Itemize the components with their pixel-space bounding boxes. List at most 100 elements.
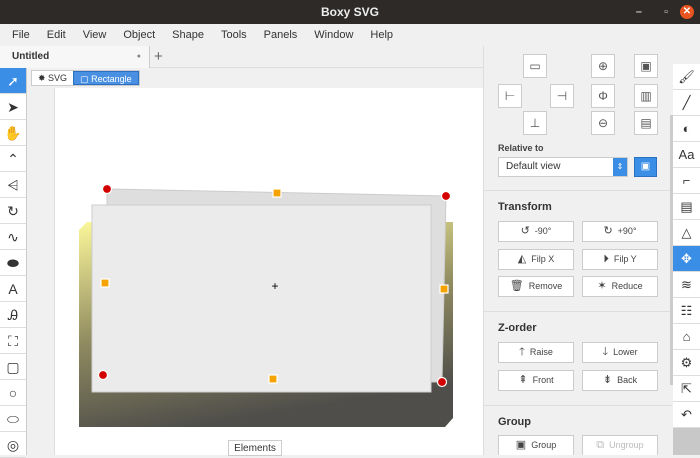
multi-node-tool-icon: ⩤	[7, 177, 19, 193]
ellipse-tool-icon: ⬭	[7, 411, 19, 427]
pan-tool-icon: ✋	[4, 125, 22, 141]
trash-icon: 🗑	[509, 280, 524, 292]
raise-button[interactable]: 🡑 Raise	[498, 342, 574, 363]
ellipse-tool-button[interactable]: ⬭	[0, 406, 26, 432]
tab-untitled[interactable]: Untitled ●	[0, 46, 150, 68]
distribute-vertical-icon[interactable]: ▤	[634, 111, 658, 135]
fill-panel-icon: 🖌	[678, 69, 695, 84]
distribute-top-icon[interactable]: ▣	[634, 54, 658, 78]
new-tab-button[interactable]: +	[154, 48, 163, 65]
elements-button[interactable]: Elements	[228, 440, 282, 456]
close-button[interactable]: ✕	[680, 5, 694, 19]
breadcrumb-rectangle[interactable]: ▢ Rectangle	[73, 71, 139, 85]
align-left-icon[interactable]: ⊢	[498, 84, 522, 108]
menu-view[interactable]: View	[83, 29, 107, 41]
flip-y-button[interactable]: ⏵ Filp Y	[582, 249, 658, 270]
freehand-tool-icon: ∿	[7, 229, 19, 245]
rotate-right-label: +90°	[617, 226, 637, 236]
text-path-tool-button[interactable]: Ꭿ	[0, 302, 26, 328]
relative-to-selection-button[interactable]: ▣	[634, 157, 657, 177]
menu-object[interactable]: Object	[123, 29, 155, 41]
selection-tool-button[interactable]: ➚	[0, 68, 26, 94]
fill-panel-button[interactable]: 🖌	[673, 64, 700, 90]
menu-panels[interactable]: Panels	[264, 29, 298, 41]
typography-panel-button[interactable]: Aa	[673, 142, 700, 168]
zorder-heading: Z-order	[498, 322, 537, 334]
double-arrow-down-icon: ⇟	[602, 374, 613, 386]
layers-panel-icon: ≋	[681, 277, 692, 292]
geometry-panel-icon: ⌐	[682, 173, 691, 188]
rotate-right-button[interactable]: ↻ +90°	[582, 221, 658, 242]
elements-panel-button[interactable]: ☷	[673, 298, 700, 324]
path-node-tool-icon: ⌃	[7, 151, 19, 167]
back-button[interactable]: ⇟ Back	[582, 370, 658, 391]
shapes-panel-button[interactable]: △	[673, 220, 700, 246]
multi-node-tool-button[interactable]: ⩤	[0, 172, 26, 198]
front-button[interactable]: ⇞ Front	[498, 370, 574, 391]
relative-to-select[interactable]: Default view ⇕	[498, 157, 628, 177]
layers-panel-button[interactable]: ≋	[673, 272, 700, 298]
reduce-label: Reduce	[611, 281, 643, 291]
history-panel-button[interactable]: ↶	[673, 402, 700, 428]
export-panel-button[interactable]: ⇱	[673, 376, 700, 402]
elements-panel-icon: ☷	[680, 303, 693, 318]
pan-tool-button[interactable]: ✋	[0, 120, 26, 146]
path-node-tool-button[interactable]: ⌃	[0, 146, 26, 172]
edit-tool-button[interactable]: ➤	[0, 94, 26, 120]
flip-y-label: Filp Y	[613, 254, 637, 264]
tab-label: Untitled	[12, 51, 50, 62]
rotate-left-icon: ↺	[520, 225, 530, 237]
circle-tool-button[interactable]: ○	[0, 380, 26, 406]
stroke-panel-button[interactable]: ╱	[673, 90, 700, 116]
breadcrumb-rectangle-label: Rectangle	[91, 74, 132, 84]
reduce-button[interactable]: ✶ Reduce	[582, 276, 658, 297]
defs-panel-icon: ⚙	[680, 355, 693, 370]
align-middle-icon[interactable]: ⊕	[591, 54, 615, 78]
edit-tool-icon: ➤	[7, 99, 19, 115]
menu-shape[interactable]: Shape	[172, 29, 204, 41]
breadcrumb-svg[interactable]: ✸ SVG	[32, 71, 73, 85]
maximize-button[interactable]: ▫	[664, 5, 668, 19]
canvas[interactable]	[54, 88, 483, 455]
right-toolbar: 🖌 ╱ ◐ Aa ⌐ ▤ △ ✥ ≋ ☷ ⌂ ⚙ ⇱ ↶	[673, 64, 700, 455]
align-center-icon[interactable]: Φ	[591, 84, 615, 108]
library-panel-icon: ⌂	[682, 329, 691, 344]
arrange-panel-button[interactable]: ✥	[673, 246, 700, 272]
lower-button[interactable]: 🡓 Lower	[582, 342, 658, 363]
text-tool-button[interactable]: A	[0, 276, 26, 302]
arrow-down-icon: 🡓	[602, 346, 609, 358]
minimize-button[interactable]: –	[636, 5, 642, 19]
remove-button[interactable]: 🗑 Remove	[498, 276, 574, 297]
distribute-horizontal-icon[interactable]: ▥	[634, 84, 658, 108]
menu-edit[interactable]: Edit	[47, 29, 66, 41]
rotate-tool-button[interactable]: ↻	[0, 198, 26, 224]
comments-panel-button[interactable]: ▤	[673, 194, 700, 220]
ring-tool-icon: ◎	[6, 437, 20, 453]
crop-tool-button[interactable]: ⛶	[0, 328, 26, 354]
freehand-tool-button[interactable]: ∿	[0, 224, 26, 250]
rotate-left-button[interactable]: ↺ -90°	[498, 221, 574, 242]
align-bottom-icon[interactable]: ⊥	[523, 111, 547, 135]
menu-window[interactable]: Window	[314, 29, 353, 41]
rotate-tool-icon: ↻	[7, 203, 19, 219]
menu-file[interactable]: File	[12, 29, 30, 41]
menu-tools[interactable]: Tools	[221, 29, 247, 41]
compositing-panel-button[interactable]: ◐	[673, 116, 700, 142]
flip-y-icon: ⏵	[603, 253, 609, 265]
menu-help[interactable]: Help	[370, 29, 393, 41]
align-right-icon[interactable]: ⊣	[550, 84, 574, 108]
align-top-icon[interactable]: ▭	[523, 54, 547, 78]
align-vertical-center-icon[interactable]: ⊖	[591, 111, 615, 135]
geometry-panel-button[interactable]: ⌐	[673, 168, 700, 194]
blob-tool-button[interactable]: ⬬	[0, 250, 26, 276]
modified-dot-icon: ●	[136, 53, 141, 60]
transform-heading: Transform	[498, 201, 552, 213]
library-panel-button[interactable]: ⌂	[673, 324, 700, 350]
flip-x-button[interactable]: ◭ Filp X	[498, 249, 574, 270]
ungroup-button[interactable]: ⧉ Ungroup	[582, 435, 658, 455]
rectangle-tool-button[interactable]: ▢	[0, 354, 26, 380]
group-button[interactable]: ▣ Group	[498, 435, 574, 455]
ungroup-label: Ungroup	[609, 440, 644, 450]
ring-tool-button[interactable]: ◎	[0, 432, 26, 458]
defs-panel-button[interactable]: ⚙	[673, 350, 700, 376]
